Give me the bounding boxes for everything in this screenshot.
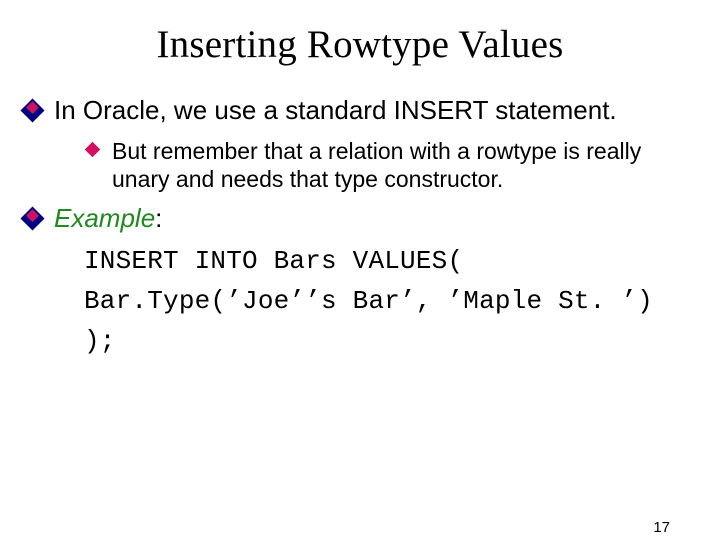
code-line-1: INSERT INTO Bars VALUES( [84, 246, 463, 276]
code-block: INSERT INTO Bars VALUES( Bar.Type(’Joe’’… [84, 241, 696, 362]
slide-title: Inserting Rowtype Values [0, 22, 720, 67]
slide-body: In Oracle, we use a standard INSERT stat… [0, 95, 720, 361]
sub-bullet-list: But remember that a relation with a rowt… [84, 137, 696, 193]
code-line-3: ); [84, 326, 116, 356]
page-number: 17 [653, 519, 670, 536]
bullet-item-1: In Oracle, we use a standard INSERT stat… [24, 95, 696, 193]
small-diamond-bullet-icon [85, 141, 101, 157]
bullet-text: In Oracle, we use a standard INSERT stat… [54, 95, 617, 125]
slide: Inserting Rowtype Values In Oracle, we u… [0, 22, 720, 540]
example-colon: : [155, 203, 162, 233]
code-line-2: Bar.Type(’Joe’’s Bar’, ’Maple St. ’) [84, 286, 653, 316]
sub-bullet-text: But remember that a relation with a rowt… [112, 138, 641, 192]
sub-bullet-item: But remember that a relation with a rowt… [84, 137, 696, 193]
diamond-bullet-icon [20, 98, 44, 122]
example-label: Example [54, 203, 155, 233]
bullet-list: In Oracle, we use a standard INSERT stat… [24, 95, 696, 361]
bullet-item-example: Example: INSERT INTO Bars VALUES( Bar.Ty… [24, 203, 696, 362]
diamond-bullet-icon [20, 206, 44, 230]
